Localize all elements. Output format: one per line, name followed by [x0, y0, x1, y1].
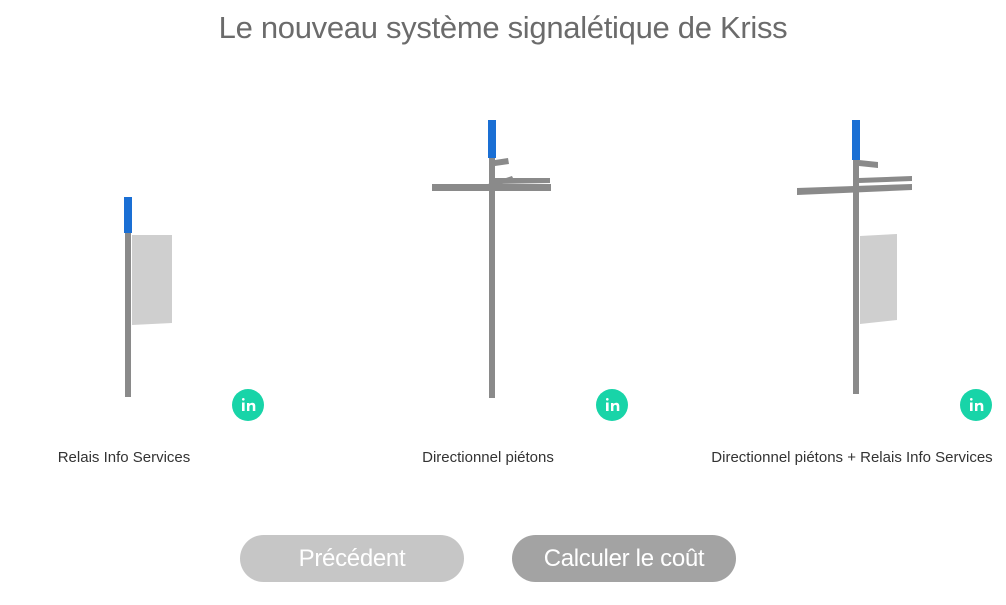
product-label-relais: Relais Info Services: [57, 449, 191, 466]
calculate-cost-button[interactable]: Calculer le coût: [512, 535, 736, 582]
info-in-icon[interactable]: [596, 389, 628, 421]
info-in-icon[interactable]: [960, 389, 992, 421]
previous-button[interactable]: Précédent: [240, 535, 464, 582]
directionnel-sign-illustration: [432, 120, 551, 398]
combo-sign-illustration: [797, 120, 912, 394]
relais-sign-illustration: [124, 197, 172, 397]
info-in-icon[interactable]: [232, 389, 264, 421]
product-label-combo: Directionnel piétons + Relais Info Servi…: [711, 449, 993, 466]
product-label-directionnel: Directionnel piétons: [422, 449, 554, 466]
page-title: Le nouveau système signalétique de Kriss: [218, 10, 788, 45]
